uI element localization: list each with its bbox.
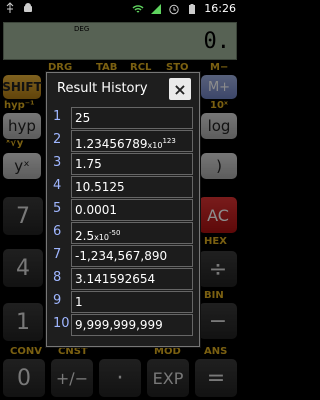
battery-icon [189,3,196,14]
android-icon [24,3,32,12]
history-value: 25 [71,107,193,129]
history-index: 10 [53,316,70,331]
history-row[interactable]: 3 1.75 [53,153,193,175]
history-value: -1,234,567,890 [71,245,193,267]
history-value: 1.75 [71,153,193,175]
history-row[interactable]: 10 9,999,999,999 [53,314,193,336]
history-row[interactable]: 5 0.0001 [53,199,193,221]
history-row[interactable]: 2 1.23456789x10123 [53,130,193,152]
history-row[interactable]: 1 25 [53,107,193,129]
history-index: 1 [53,109,62,124]
history-list: 1 25 2 1.23456789x10123 3 1.75 4 10.5125… [53,107,193,337]
dialog-header: Result History × [47,73,199,105]
history-index: 9 [53,293,62,308]
history-index: 5 [53,201,62,216]
status-time: 16:26 [204,2,236,15]
alarm-icon [169,4,179,14]
history-value: 1.23456789x10123 [71,130,193,152]
signal-icon [151,3,162,14]
status-bar: 16:26 [0,0,240,20]
history-value: 1 [71,291,193,313]
history-row[interactable]: 7 -1,234,567,890 [53,245,193,267]
wifi-icon [132,4,144,13]
history-index: 6 [53,224,62,239]
result-history-dialog: Result History × 1 25 2 1.23456789x10123… [46,72,200,347]
history-value: 9,999,999,999 [71,314,193,336]
history-value: 2.5x10-50 [71,222,193,244]
close-icon: × [173,79,187,99]
history-index: 3 [53,155,62,170]
usb-icon [6,2,14,13]
history-row[interactable]: 9 1 [53,291,193,313]
history-row[interactable]: 4 10.5125 [53,176,193,198]
history-index: 2 [53,132,62,147]
history-value: 0.0001 [71,199,193,221]
history-value: 3.141592654 [71,268,193,290]
history-row[interactable]: 6 2.5x10-50 [53,222,193,244]
history-index: 7 [53,247,62,262]
history-index: 8 [53,270,62,285]
history-index: 4 [53,178,62,193]
history-row[interactable]: 8 3.141592654 [53,268,193,290]
history-value: 10.5125 [71,176,193,198]
close-button[interactable]: × [169,78,191,100]
dialog-title: Result History [57,81,148,96]
